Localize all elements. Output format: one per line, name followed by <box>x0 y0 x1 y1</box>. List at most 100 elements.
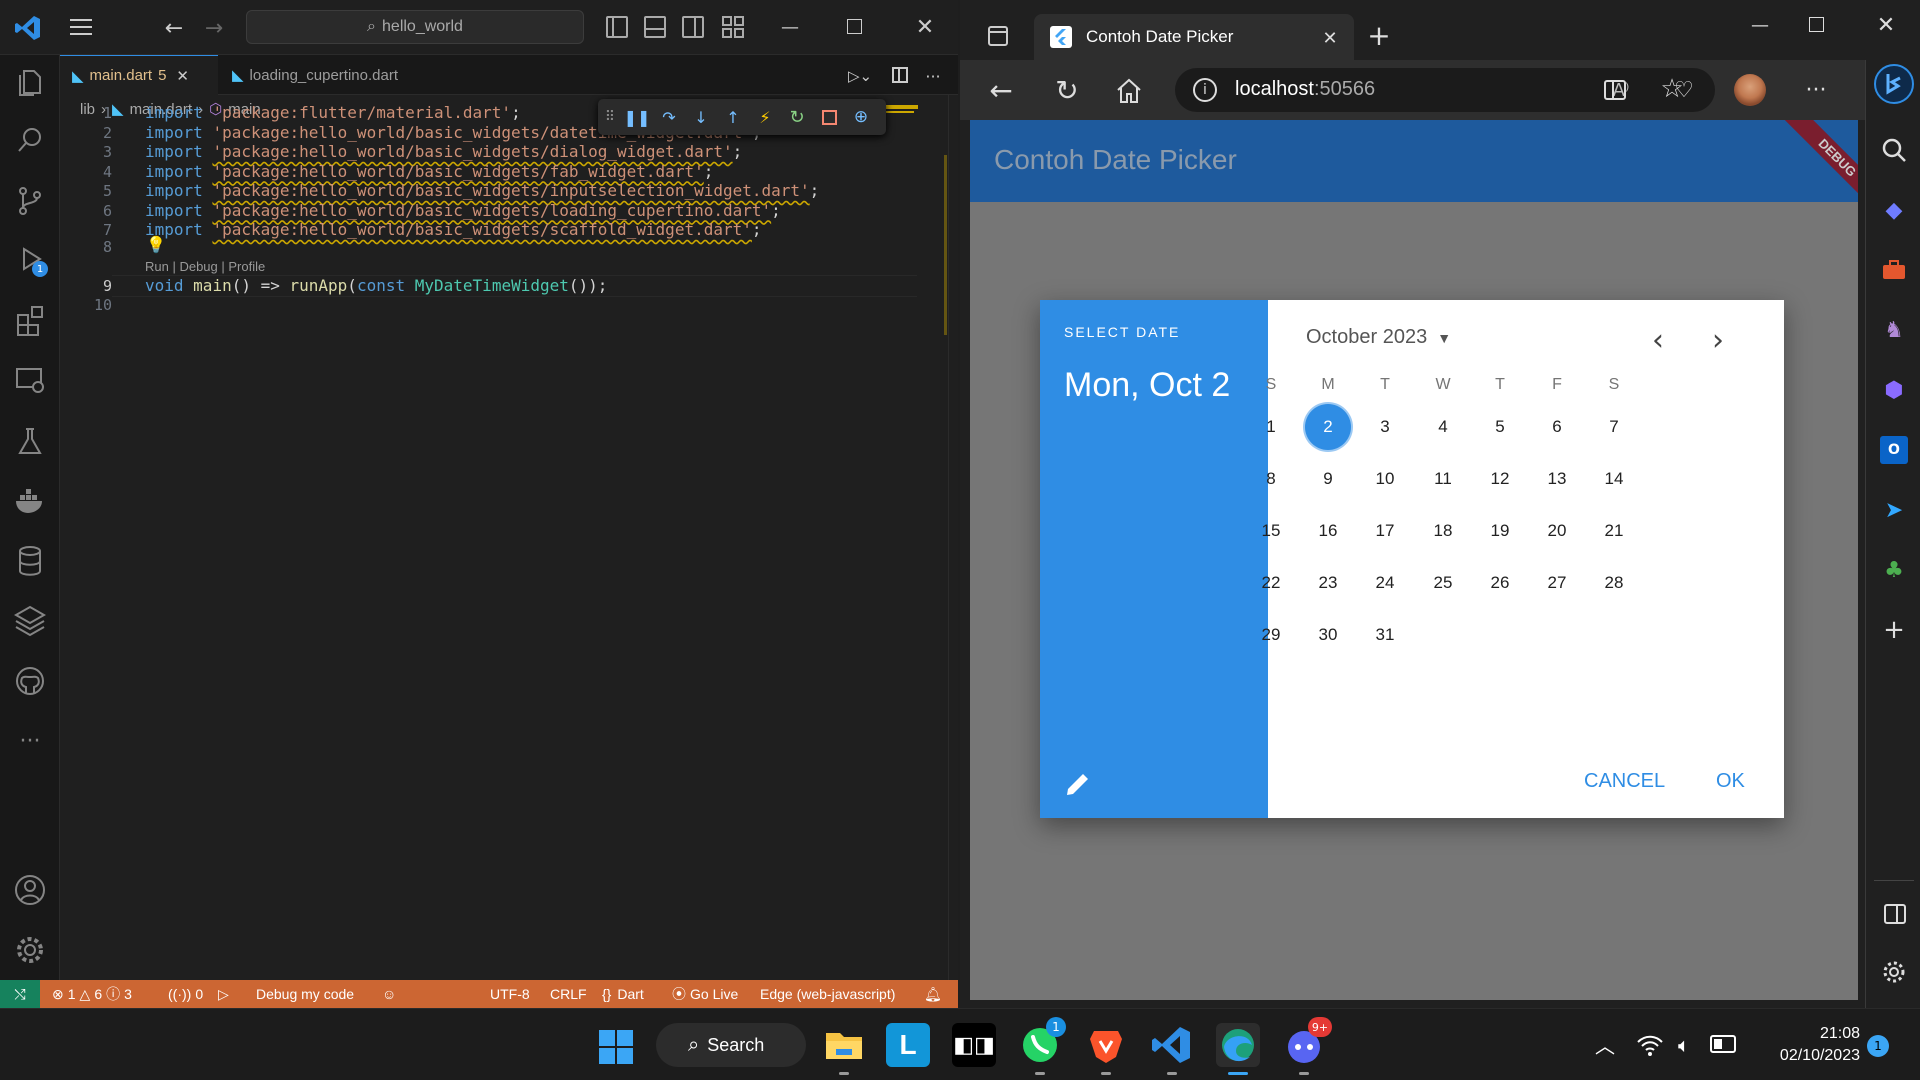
microsoft365-icon[interactable]: ⬢ <box>1880 376 1908 404</box>
split-screen-icon[interactable] <box>1604 80 1626 100</box>
site-info-icon[interactable]: i <box>1193 78 1217 102</box>
calendar-day[interactable]: 31 <box>1362 612 1408 658</box>
pause-icon[interactable]: ❚❚ <box>624 105 651 129</box>
file-explorer-icon[interactable] <box>822 1023 866 1067</box>
toggle-secondary-sidebar-icon[interactable] <box>682 16 704 38</box>
tab-actions-icon[interactable] <box>988 26 1008 46</box>
lingvist-l-icon[interactable]: L <box>886 1023 930 1067</box>
accounts-icon[interactable] <box>10 870 50 910</box>
source-control-icon[interactable] <box>10 181 50 221</box>
codelens[interactable]: Run | Debug | Profile <box>145 259 265 274</box>
calendar-day[interactable]: 16 <box>1305 508 1351 554</box>
end-of-line[interactable]: CRLF <box>550 980 587 1008</box>
calendar-day[interactable]: 24 <box>1362 560 1408 606</box>
profile-avatar[interactable] <box>1734 74 1766 106</box>
close-icon[interactable]: ✕ <box>1866 8 1906 42</box>
step-into-icon[interactable]: ↓ <box>688 105 714 129</box>
next-month-icon[interactable]: › <box>1698 320 1738 360</box>
go-live[interactable]: ⦿ Go Live <box>672 980 738 1008</box>
volume-icon[interactable]: 🔈︎ <box>1670 1031 1698 1059</box>
back-arrow-icon[interactable]: ← <box>984 74 1018 107</box>
home-icon[interactable] <box>1114 76 1144 106</box>
edit-pencil-icon[interactable] <box>1062 768 1094 800</box>
forward-arrow-icon[interactable]: → <box>200 14 228 42</box>
refresh-icon[interactable]: ↻ <box>1050 74 1084 107</box>
calendar-day[interactable]: 29 <box>1248 612 1294 658</box>
lightbulb-icon[interactable]: 💡 <box>146 235 166 254</box>
hot-restart-icon[interactable]: ↻ <box>784 105 810 129</box>
flutter-inspector-icon[interactable]: ⊕ <box>848 105 874 129</box>
add-sidebar-app-icon[interactable]: + <box>1880 615 1908 645</box>
new-tab-icon[interactable]: + <box>1364 19 1394 52</box>
tab-main-dart[interactable]: ◣ main.dart 5 ✕ <box>60 55 218 95</box>
calendar-day[interactable]: 4 <box>1420 404 1466 450</box>
explorer-icon[interactable] <box>10 63 50 103</box>
clock[interactable]: 21:08 02/10/2023 <box>1750 1023 1860 1067</box>
step-out-icon[interactable]: ↑ <box>720 105 746 129</box>
address-bar[interactable]: i localhost:50566 A⁾ ☆ <box>1175 68 1715 112</box>
remote-explorer-icon[interactable] <box>10 361 50 401</box>
cancel-button[interactable]: CANCEL <box>1584 770 1665 793</box>
shopping-tag-icon[interactable]: ◆ <box>1880 196 1908 224</box>
start-windows-icon[interactable] <box>598 1029 634 1065</box>
minimize-icon[interactable]: — <box>770 10 810 44</box>
customize-layout-icon[interactable] <box>722 16 744 38</box>
stop-icon[interactable] <box>822 110 837 125</box>
menu-icon[interactable] <box>70 16 94 38</box>
show-hidden-icons-chevron-up-icon[interactable]: ︿ <box>1590 1029 1620 1059</box>
battery-icon[interactable] <box>1710 1035 1736 1053</box>
calendar-day[interactable]: 7 <box>1591 404 1637 450</box>
calendar-day[interactable]: 13 <box>1534 456 1580 502</box>
taskbar-search[interactable]: ⌕ Search <box>656 1023 806 1067</box>
debug-launch-icon[interactable]: ▷ <box>218 980 229 1008</box>
calendar-day[interactable]: 20 <box>1534 508 1580 554</box>
hide-sidebar-icon[interactable] <box>1884 904 1906 924</box>
calendar-day[interactable]: 3 <box>1362 404 1408 450</box>
url-text[interactable]: localhost:50566 <box>1235 78 1375 101</box>
run-debug-icon[interactable]: 1 <box>10 241 50 281</box>
editor-more-icon[interactable]: ··· <box>920 63 946 89</box>
toggle-sidebar-icon[interactable] <box>606 16 628 38</box>
calendar-day[interactable]: 26 <box>1477 560 1523 606</box>
calendar-day[interactable]: 27 <box>1534 560 1580 606</box>
settings-gear-icon[interactable] <box>1880 958 1908 986</box>
drag-handle-icon[interactable]: ⠿ <box>602 105 618 129</box>
browser-essentials-icon[interactable]: ♡ <box>1668 74 1700 106</box>
calendar-day[interactable]: 21 <box>1591 508 1637 554</box>
database-icon[interactable] <box>10 541 50 581</box>
calendar-day[interactable]: 12 <box>1477 456 1523 502</box>
calendar-day[interactable]: 17 <box>1362 508 1408 554</box>
step-over-icon[interactable]: ↷ <box>656 105 682 129</box>
calendar-day[interactable]: 5 <box>1477 404 1523 450</box>
calendar-day[interactable]: 30 <box>1305 612 1351 658</box>
edge-taskbar-icon[interactable] <box>1216 1023 1260 1067</box>
calendar-day[interactable]: 8 <box>1248 456 1294 502</box>
calendar-day[interactable]: 10 <box>1362 456 1408 502</box>
debug-config[interactable]: Debug my code <box>256 980 354 1008</box>
tab-close-icon[interactable]: ✕ <box>1316 24 1344 52</box>
discord-icon[interactable]: 9+ <box>1282 1017 1332 1067</box>
outlook-icon[interactable]: O <box>1880 436 1908 464</box>
more-icon[interactable]: ··· <box>10 721 50 761</box>
toggle-panel-icon[interactable] <box>644 16 666 38</box>
calendar-day[interactable]: 22 <box>1248 560 1294 606</box>
encoding[interactable]: UTF-8 <box>490 980 530 1008</box>
calendar-day[interactable]: 1 <box>1248 404 1294 450</box>
calendar-day-selected[interactable]: 2 <box>1305 404 1351 450</box>
copilot-icon[interactable] <box>1874 64 1914 104</box>
wifi-icon[interactable] <box>1636 1033 1664 1057</box>
extensions-icon[interactable] <box>10 301 50 341</box>
github-icon[interactable] <box>10 661 50 701</box>
games-icon[interactable]: ♞ <box>1880 316 1908 344</box>
calendar-day[interactable]: 23 <box>1305 560 1351 606</box>
maximize-icon[interactable] <box>1809 17 1824 32</box>
prev-month-icon[interactable]: ‹ <box>1638 320 1678 360</box>
vscode-taskbar-icon[interactable] <box>1150 1023 1194 1067</box>
dolby-icon[interactable]: ◧◨ <box>952 1023 996 1067</box>
hot-reload-icon[interactable]: ⚡ <box>752 105 778 129</box>
minimize-icon[interactable]: — <box>1740 8 1780 42</box>
tab-loading-cupertino[interactable]: ◣ loading_cupertino.dart <box>220 55 430 95</box>
calendar-day[interactable]: 28 <box>1591 560 1637 606</box>
calendar-day[interactable]: 6 <box>1534 404 1580 450</box>
manage-gear-icon[interactable] <box>10 930 50 970</box>
